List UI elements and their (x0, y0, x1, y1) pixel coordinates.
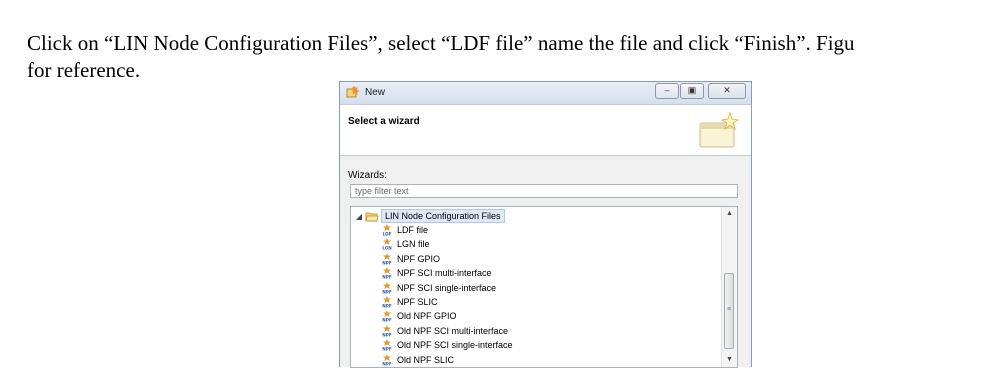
expand-triangle-icon[interactable]: ◢ (355, 212, 363, 221)
scrollbar-grip-icon: ≡ (726, 306, 732, 313)
filter-placeholder: type filter text (355, 186, 409, 196)
wizard-banner-icon (699, 111, 740, 148)
tree-item-label: Old NPF SCI single-interface (397, 340, 513, 351)
icon-caption: NPF (382, 260, 392, 265)
paragraph-line-1: Click on “LIN Node Configuration Files”,… (27, 31, 855, 55)
scrollbar-thumb[interactable]: ≡ (724, 273, 734, 349)
npf-file-icon: NPF (382, 252, 392, 265)
tree-item[interactable]: NPF NPF SLIC (381, 295, 438, 309)
wizard-banner: Select a wizard (340, 105, 751, 156)
tree-item[interactable]: NPF Old NPF SLIC (381, 353, 454, 367)
tree-root-label: LIN Node Configuration Files (381, 209, 505, 223)
icon-caption: NPF (382, 289, 392, 294)
npf-file-icon: NPF (382, 353, 392, 366)
npf-file-icon: NPF (382, 324, 392, 337)
tree-item-label: LGN file (397, 239, 430, 250)
npf-file-icon: NPF (382, 339, 392, 352)
icon-caption: NPF (382, 275, 392, 280)
instruction-paragraph: Click on “LIN Node Configuration Files”,… (27, 30, 997, 84)
maximize-button[interactable]: ▣ (680, 83, 704, 99)
maximize-icon: ▣ (687, 85, 697, 95)
folder-open-icon (365, 212, 379, 221)
close-button[interactable]: ✕ (708, 83, 746, 99)
tree-item[interactable]: NPF NPF SCI multi-interface (381, 266, 492, 280)
icon-caption: NPF (382, 361, 392, 366)
dialog-title: New (365, 87, 386, 98)
tree-item-label: NPF SCI multi-interface (397, 268, 492, 279)
tree-item[interactable]: NPF NPF GPIO (381, 252, 440, 266)
paragraph-line-2: for reference. (27, 58, 141, 82)
tree-item[interactable]: LGN LGN file (381, 237, 430, 251)
tree-item-label: Old NPF GPIO (397, 311, 457, 322)
document-heading-cutoff (270, 0, 570, 2)
icon-caption: NPF (382, 347, 392, 352)
icon-caption: LGN (382, 246, 392, 251)
wizard-tree[interactable]: ◢ LIN Node Configuration Files LDF LDF fi… (350, 206, 738, 368)
tree-item[interactable]: NPF NPF SCI single-interface (381, 281, 496, 295)
npf-file-icon: NPF (382, 281, 392, 294)
tree-item[interactable]: NPF Old NPF GPIO (381, 309, 457, 323)
tree-item-label: Old NPF SCI multi-interface (397, 325, 509, 336)
icon-caption: NPF (382, 318, 392, 323)
ldf-file-icon: LDF (382, 224, 392, 237)
tree-item-lin-node-configuration-files[interactable]: ◢ LIN Node Configuration Files (355, 209, 505, 223)
tree-item-label: NPF GPIO (397, 253, 441, 264)
tree-item-label: LDF file (397, 225, 429, 235)
new-wizard-dialog: New – ▣ ✕ Select a wizard Wizards: type … (339, 81, 752, 368)
banner-title: Select a wizard (348, 116, 420, 127)
icon-caption: LDF (382, 232, 391, 237)
wizards-label: Wizards: (348, 170, 387, 181)
npf-file-icon: NPF (382, 296, 392, 309)
tree-item[interactable]: NPF Old NPF SCI single-interface (381, 338, 513, 352)
tree-item-label: NPF SCI single-interface (397, 282, 497, 293)
tree-scrollbar[interactable]: ▲ ≡ ▼ (721, 207, 737, 367)
dialog-titlebar[interactable]: New – ▣ ✕ (340, 82, 751, 105)
tree-item-label: NPF SLIC (397, 297, 438, 307)
tree-item[interactable]: LDF LDF file (381, 223, 428, 237)
lgn-file-icon: LGN (382, 238, 392, 251)
tree-item[interactable]: NPF Old NPF SCI multi-interface (381, 324, 508, 338)
tree-item-label: Old NPF SLIC (397, 354, 455, 365)
npf-file-icon: NPF (382, 267, 392, 280)
minimize-icon: – (664, 85, 670, 95)
icon-caption: NPF (382, 332, 392, 337)
wizard-body: Wizards: type filter text ◢ LIN Node Con… (340, 156, 751, 368)
filter-input[interactable]: type filter text (350, 184, 738, 198)
new-wizard-icon (346, 86, 360, 98)
scroll-down-arrow-icon[interactable]: ▼ (722, 353, 737, 367)
close-icon: ✕ (723, 85, 731, 95)
scroll-up-arrow-icon[interactable]: ▲ (722, 207, 737, 221)
icon-caption: NPF (382, 304, 392, 309)
minimize-button[interactable]: – (655, 83, 679, 99)
npf-file-icon: NPF (382, 310, 392, 323)
